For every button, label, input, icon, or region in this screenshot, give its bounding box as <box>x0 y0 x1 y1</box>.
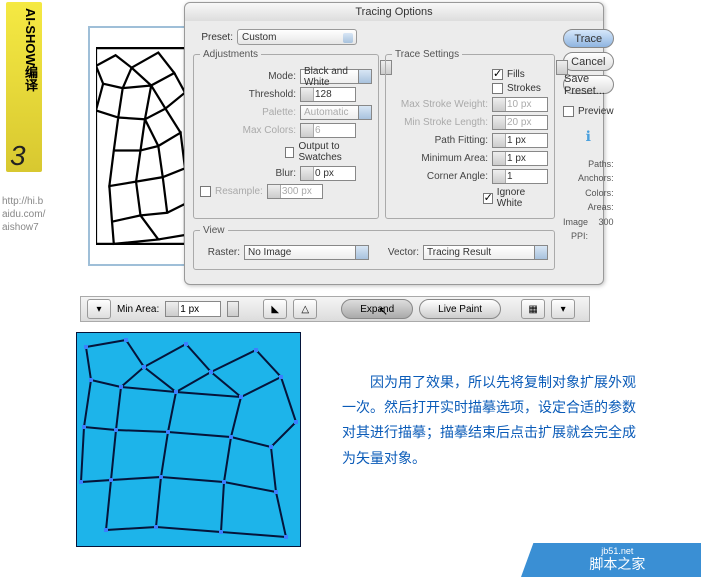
palette-label: Palette: <box>200 107 296 118</box>
expand-button[interactable]: Expand↖ <box>341 299 413 319</box>
fill-swatch-icon[interactable]: ◣ <box>263 299 287 319</box>
preview-label: Preview <box>578 106 614 117</box>
strokes-checkbox[interactable] <box>492 83 503 94</box>
traced-result-preview <box>76 332 301 547</box>
ignore-white-checkbox[interactable] <box>483 193 493 204</box>
trace-button[interactable]: Trace <box>563 29 614 48</box>
palette-select: Automatic <box>300 105 372 120</box>
mode-label: Mode: <box>200 71 296 82</box>
step-number: 3 <box>10 140 26 172</box>
strokes-label: Strokes <box>507 83 541 94</box>
preview-checkbox[interactable] <box>563 106 574 117</box>
raster-label: Raster: <box>200 247 240 258</box>
dialog-title: Tracing Options <box>185 3 603 21</box>
min-stroke-length-label: Min Stroke Length: <box>392 117 488 128</box>
tracing-info: Paths: Anchors: Colors: Areas: Image PPI… <box>563 157 614 243</box>
adjustments-legend: Adjustments <box>200 49 261 60</box>
preset-label: Preset: <box>193 32 233 43</box>
fills-label: Fills <box>507 69 525 80</box>
threshold-input[interactable]: 128 <box>300 87 356 102</box>
resample-input: 300 px <box>267 184 323 199</box>
artboard-preview <box>88 26 193 266</box>
cancel-button[interactable]: Cancel <box>563 52 614 71</box>
vector-select[interactable]: Tracing Result <box>423 245 548 260</box>
toolbar-grid-icon[interactable]: ▦ <box>521 299 545 319</box>
footer-banner: jb51.net脚本之家 <box>521 543 701 577</box>
toolbar-min-area-input[interactable]: 1 px <box>165 301 221 317</box>
control-toolbar: ▾ Min Area: 1 px ◣ △ Expand↖ Live Paint … <box>80 296 590 322</box>
footer-name: 脚本之家 <box>589 556 645 572</box>
mode-select[interactable]: Black and White <box>300 69 372 84</box>
resample-checkbox[interactable] <box>200 186 211 197</box>
path-fitting-input[interactable]: 1 px <box>492 133 548 148</box>
adjustments-group: Adjustments Mode: Black and White Thresho… <box>193 49 379 219</box>
live-paint-button[interactable]: Live Paint <box>419 299 501 319</box>
preset-select[interactable]: Custom <box>237 29 357 45</box>
maxcolors-input: 6 <box>300 123 356 138</box>
stroke-swatch-icon[interactable]: △ <box>293 299 317 319</box>
maxcolors-label: Max Colors: <box>200 125 296 136</box>
min-area-input[interactable]: 1 px <box>492 151 548 166</box>
cursor-icon: ↖ <box>378 304 388 318</box>
view-group: View Raster: No Image Vector: Tracing Resu… <box>193 225 555 270</box>
fills-checkbox[interactable] <box>492 69 503 80</box>
blur-label: Blur: <box>200 168 296 179</box>
source-url: http://hi.b aidu.com/ aishow7 <box>2 195 45 234</box>
output-swatches-label: Output to Swatches <box>298 141 372 163</box>
resample-label: Resample: <box>215 186 263 197</box>
trace-settings-legend: Trace Settings <box>392 49 462 60</box>
toolbar-min-area-stepper[interactable] <box>227 301 239 317</box>
raster-select[interactable]: No Image <box>244 245 369 260</box>
voronoi-pattern <box>96 34 185 258</box>
threshold-label: Threshold: <box>200 89 296 100</box>
blur-input[interactable]: 0 px <box>300 166 356 181</box>
corner-angle-label: Corner Angle: <box>392 171 488 182</box>
min-area-label: Minimum Area: <box>392 153 488 164</box>
max-stroke-weight-label: Max Stroke Weight: <box>392 99 488 110</box>
explanation-text: 因为用了效果，所以先将复制对象扩展外观一次。然后打开实时描摹选项，设定合适的参数… <box>342 370 642 471</box>
toolbar-prev-icon[interactable]: ▾ <box>87 299 111 319</box>
path-fitting-label: Path Fitting: <box>392 135 488 146</box>
tracing-options-dialog: Tracing Options Preset: Custom Adjustmen… <box>184 2 604 285</box>
output-swatches-checkbox[interactable] <box>285 147 295 158</box>
min-stroke-length-input: 20 px <box>492 115 548 130</box>
toolbar-min-area-label: Min Area: <box>117 304 159 315</box>
max-stroke-weight-input: 10 px <box>492 97 548 112</box>
save-preset-button[interactable]: Save Preset... <box>563 75 614 94</box>
toolbar-menu-icon[interactable]: ▾ <box>551 299 575 319</box>
view-legend: View <box>200 225 228 236</box>
corner-angle-input[interactable]: 1 <box>492 169 548 184</box>
corner-angle-stepper[interactable] <box>556 60 568 75</box>
vector-label: Vector: <box>379 247 419 258</box>
ignore-white-label: Ignore White <box>497 187 548 209</box>
trace-settings-group: Trace Settings Fills Strokes Max Stroke … <box>385 49 555 219</box>
info-icon: ℹ <box>563 128 614 145</box>
